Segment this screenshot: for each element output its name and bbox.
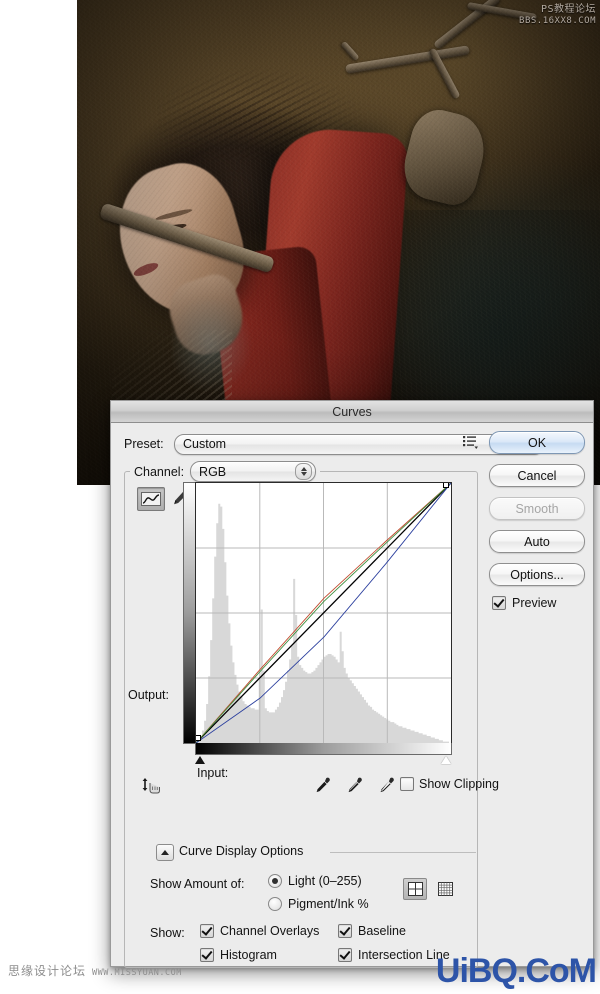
grid-size-buttons <box>403 878 455 900</box>
preset-options-menu-icon[interactable] <box>463 435 479 449</box>
show-amount-label: Show Amount of: <box>150 877 245 891</box>
preview-label: Preview <box>512 596 557 610</box>
intersection-line-row[interactable]: Intersection Line <box>338 948 450 962</box>
preset-row: Preset: Custom <box>124 433 544 455</box>
channel-overlays-checkbox[interactable] <box>200 924 214 938</box>
collapse-triangle-icon[interactable] <box>156 844 174 861</box>
dialog-titlebar[interactable]: Curves <box>111 401 593 423</box>
show-label: Show: <box>150 926 185 940</box>
baseline-checkbox[interactable] <box>338 924 352 938</box>
channel-value: RGB <box>199 464 227 479</box>
curve-display-options-title: Curve Display Options <box>179 844 309 858</box>
histogram-row[interactable]: Histogram <box>200 948 277 962</box>
eyedropper-group <box>315 777 396 797</box>
channel-fieldset: Channel: RGB Output: Input: Show Clippin… <box>124 461 499 968</box>
light-radio[interactable] <box>268 874 282 888</box>
chevron-updown-icon[interactable] <box>295 463 313 480</box>
grid-quarters-icon[interactable] <box>403 878 427 900</box>
smooth-button: Smooth <box>489 497 585 520</box>
curves-dialog: Curves Preset: Custom Channel: RGB Outpu… <box>110 400 594 968</box>
show-amount-light-option[interactable]: Light (0–255) <box>268 874 362 888</box>
preset-value: Custom <box>183 437 227 451</box>
show-clipping-label: Show Clipping <box>419 777 499 791</box>
curve-plot-area[interactable] <box>195 482 452 744</box>
preview-row[interactable]: Preview <box>489 596 585 610</box>
dialog-title: Curves <box>332 404 372 419</box>
channel-overlays-label: Channel Overlays <box>220 924 320 938</box>
watermark-site-url: WWW.MISSYUAN.COM <box>92 968 182 978</box>
input-gradient-bar <box>195 743 452 755</box>
watermark-bottom-left: 思缘设计论坛 WWW.MISSYUAN.COM <box>8 962 182 979</box>
channel-row: Channel: RGB <box>130 461 321 482</box>
black-point-eyedropper-icon[interactable] <box>315 777 332 797</box>
channel-select[interactable]: RGB <box>190 461 317 482</box>
white-point-slider[interactable] <box>441 756 451 764</box>
preview-checkbox[interactable] <box>492 596 506 610</box>
gray-point-eyedropper-icon[interactable] <box>347 777 364 797</box>
pigment-radio[interactable] <box>268 897 282 911</box>
show-clipping-checkbox[interactable] <box>400 777 414 791</box>
dialog-body: Preset: Custom Channel: RGB Output: Inpu… <box>111 423 593 968</box>
input-label: Input: <box>197 766 229 780</box>
histogram-checkbox[interactable] <box>200 948 214 962</box>
ok-button[interactable]: OK <box>489 431 585 454</box>
baseline-label: Baseline <box>358 924 406 938</box>
show-clipping-row[interactable]: Show Clipping <box>400 777 499 791</box>
options-button[interactable]: Options... <box>489 563 585 586</box>
curve-point-cursor-icon[interactable] <box>141 776 163 798</box>
curve-plot-svg[interactable] <box>196 483 451 743</box>
light-label: Light (0–255) <box>288 874 362 888</box>
histogram-label: Histogram <box>220 948 277 962</box>
channel-label: Channel: <box>134 464 185 479</box>
output-label: Output: <box>128 688 169 702</box>
grid-tenths-icon[interactable] <box>435 879 455 899</box>
curve-tool-icon[interactable] <box>137 487 165 511</box>
curve-display-options: Curve Display Options <box>138 844 476 861</box>
cancel-button[interactable]: Cancel <box>489 464 585 487</box>
auto-button[interactable]: Auto <box>489 530 585 553</box>
watermark-bottom-right: UiBQ.CoM <box>435 952 597 990</box>
watermark-site-cn: 思缘设计论坛 <box>8 964 87 978</box>
output-gradient-bar <box>183 482 195 744</box>
intersection-line-checkbox[interactable] <box>338 948 352 962</box>
show-amount-pigment-option[interactable]: Pigment/Ink % <box>268 897 369 911</box>
white-point-eyedropper-icon[interactable] <box>379 777 396 797</box>
curve-display-options-header: Curve Display Options <box>138 844 476 861</box>
curve-graph: Output: Input: <box>128 482 452 780</box>
black-point-slider[interactable] <box>195 756 205 764</box>
divider <box>330 852 476 853</box>
preset-label: Preset: <box>124 437 164 451</box>
channel-overlays-row[interactable]: Channel Overlays <box>200 924 319 938</box>
baseline-row[interactable]: Baseline <box>338 924 406 938</box>
dialog-buttons: OK Cancel Smooth Auto Options... Preview <box>489 431 585 610</box>
pigment-label: Pigment/Ink % <box>288 897 369 911</box>
